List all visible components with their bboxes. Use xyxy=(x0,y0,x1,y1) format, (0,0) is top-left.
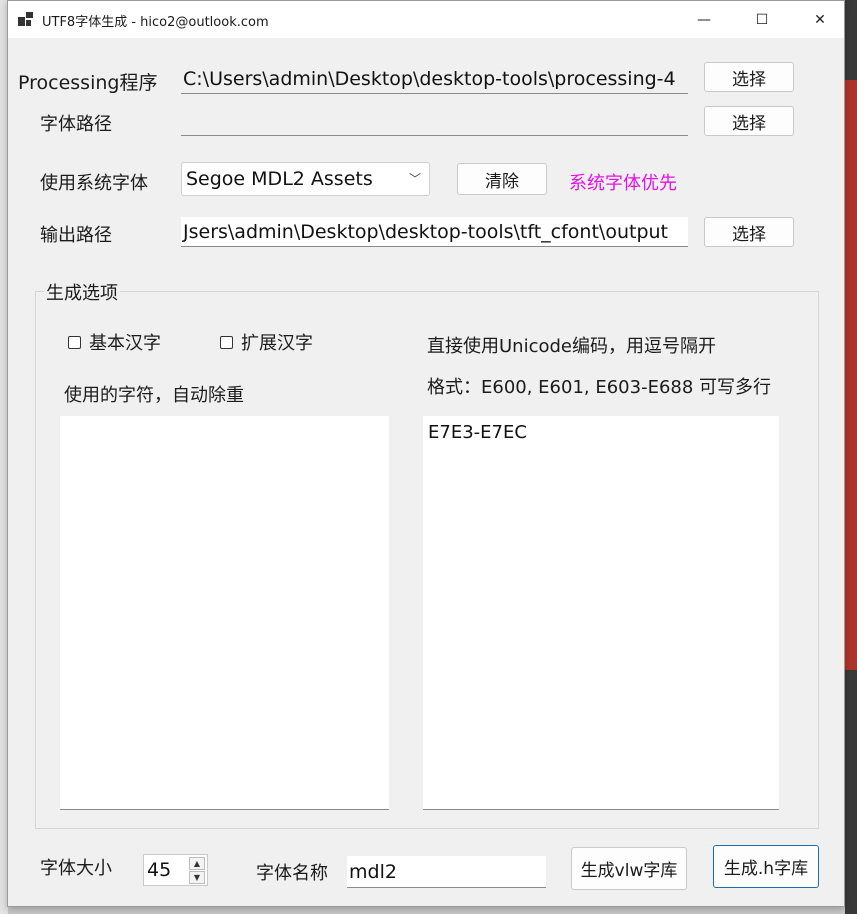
maximize-button[interactable]: ☐ xyxy=(739,1,785,38)
clear-button[interactable]: 清除 xyxy=(457,163,547,195)
system-font-select[interactable]: Segoe MDL2 Assets ﹀ xyxy=(181,162,430,196)
system-font-priority-note: 系统字体优先 xyxy=(569,173,677,194)
extended-chinese-checkbox[interactable]: 扩展汉字 xyxy=(220,329,313,355)
processing-path-field[interactable]: C:\Users\admin\Desktop\desktop-tools\pro… xyxy=(181,64,688,94)
checkbox-box[interactable] xyxy=(68,335,81,349)
options-group-title: 生成选项 xyxy=(44,279,120,305)
output-path-select-button[interactable]: 选择 xyxy=(704,217,794,247)
close-button[interactable]: ✕ xyxy=(797,1,843,38)
checkbox-box[interactable] xyxy=(220,335,233,349)
used-chars-textarea[interactable] xyxy=(60,416,389,810)
window-title: UTF8字体生成 - hico2@outlook.com xyxy=(42,15,269,30)
font-path-select-button[interactable]: 选择 xyxy=(704,106,794,136)
output-path-field[interactable]: Jsers\admin\Desktop\desktop-tools\tft_cf… xyxy=(181,217,688,247)
processing-label: Processing程序 xyxy=(18,72,158,94)
close-icon: ✕ xyxy=(814,11,826,28)
chevron-down-icon: ﹀ xyxy=(408,172,421,186)
unicode-textarea[interactable]: E7E3-E7EC xyxy=(423,416,779,810)
output-path-label: 输出路径 xyxy=(40,225,112,246)
background-right xyxy=(845,0,857,914)
spin-up-icon[interactable]: ▲ xyxy=(189,857,205,870)
minimize-icon: — xyxy=(697,11,711,28)
system-font-label: 使用系统字体 xyxy=(40,173,148,194)
font-path-field[interactable] xyxy=(181,106,688,136)
minimize-button[interactable]: — xyxy=(681,1,727,38)
font-path-label: 字体路径 xyxy=(40,114,112,135)
processing-select-button[interactable]: 选择 xyxy=(704,62,794,92)
background-accent xyxy=(845,80,857,670)
unicode-instruction-label: 直接使用Unicode编码，用逗号隔开 xyxy=(427,336,716,357)
generate-vlw-button[interactable]: 生成vlw字库 xyxy=(571,847,687,890)
font-size-value[interactable]: 45 xyxy=(147,855,171,885)
font-name-field[interactable]: mdl2 xyxy=(347,856,546,888)
font-size-stepper[interactable]: 45 ▲ ▼ xyxy=(143,854,208,886)
spin-down-icon[interactable]: ▼ xyxy=(189,871,205,884)
font-size-label: 字体大小 xyxy=(40,858,112,879)
app-icon xyxy=(18,12,33,26)
font-name-label: 字体名称 xyxy=(256,863,328,884)
basic-chinese-checkbox[interactable]: 基本汉字 xyxy=(68,329,161,355)
app-window: UTF8字体生成 - hico2@outlook.com — ☐ ✕ Proce… xyxy=(7,0,845,907)
used-chars-label: 使用的字符，自动除重 xyxy=(64,385,244,406)
generate-h-button[interactable]: 生成.h字库 xyxy=(713,845,819,888)
maximize-icon: ☐ xyxy=(755,11,769,28)
title-bar[interactable]: UTF8字体生成 - hico2@outlook.com — ☐ ✕ xyxy=(8,1,844,38)
basic-chinese-label: 基本汉字 xyxy=(89,333,161,354)
system-font-value: Segoe MDL2 Assets xyxy=(186,168,373,190)
unicode-format-label: 格式：E600, E601, E603-E688 可写多行 xyxy=(427,377,772,398)
extended-chinese-label: 扩展汉字 xyxy=(241,333,313,354)
